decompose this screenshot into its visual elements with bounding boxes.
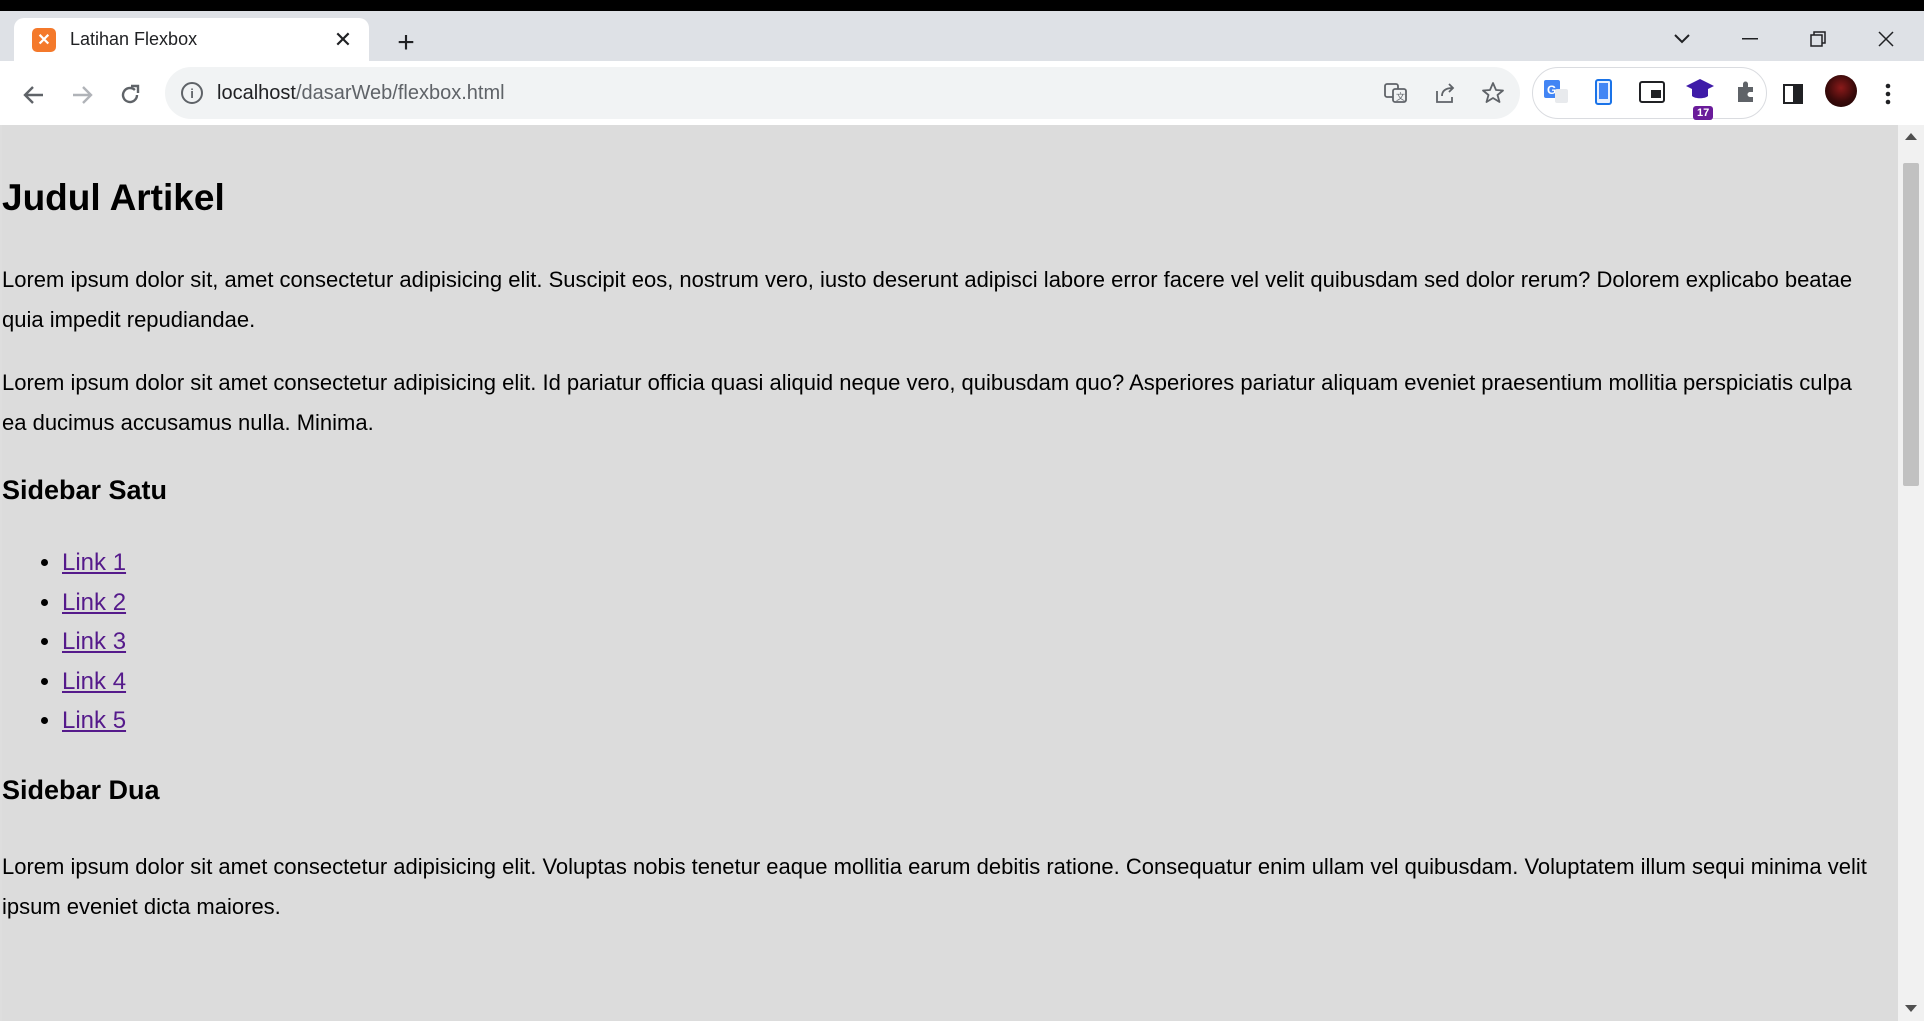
bookmark-star-icon[interactable]	[1479, 79, 1507, 107]
vertical-scrollbar[interactable]	[1898, 125, 1924, 1021]
tab-latihan-flexbox[interactable]: ✕ Latihan Flexbox ✕	[14, 18, 369, 61]
profile-avatar[interactable]	[1825, 75, 1857, 107]
link-3[interactable]: Link 3	[62, 628, 126, 655]
back-arrow-icon[interactable]	[16, 77, 52, 113]
tab-close-icon[interactable]: ✕	[329, 26, 357, 54]
extension-badge: 17	[1693, 106, 1714, 120]
svg-text:G: G	[1547, 83, 1556, 97]
url-host: localhost	[217, 81, 296, 104]
more-menu-icon[interactable]	[1873, 79, 1903, 109]
svg-text:文: 文	[1396, 91, 1405, 102]
picture-in-picture-extension-icon[interactable]	[1637, 77, 1667, 107]
article-title: Judul Artikel	[2, 177, 225, 218]
scroll-down-arrow-icon[interactable]	[1905, 1005, 1917, 1012]
link-4[interactable]: Link 4	[62, 668, 126, 695]
side-panel-icon[interactable]	[1778, 79, 1808, 109]
google-translate-extension-icon[interactable]: G	[1541, 77, 1571, 107]
sidebar-2-title: Sidebar Dua	[2, 775, 160, 805]
browser-window: ✕ Latihan Flexbox ✕ + i localhost/dasarW…	[0, 11, 1924, 1021]
list-item: Link 2	[62, 583, 126, 623]
url-path: /dasarWeb/flexbox.html	[295, 81, 505, 104]
reload-icon[interactable]	[112, 77, 148, 113]
forward-arrow-icon[interactable]	[64, 77, 100, 113]
link-5[interactable]: Link 5	[62, 707, 126, 734]
page-viewport: Judul Artikel Lorem ipsum dolor sit, ame…	[2, 125, 1898, 1021]
extensions-area: G	[1532, 67, 1767, 119]
list-item: Link 3	[62, 622, 126, 662]
list-item: Link 1	[62, 543, 126, 583]
minimize-icon[interactable]	[1722, 21, 1778, 57]
mobile-view-extension-icon[interactable]	[1589, 77, 1619, 107]
close-window-icon[interactable]	[1858, 21, 1914, 57]
tab-title: Latihan Flexbox	[70, 29, 198, 49]
share-icon[interactable]	[1431, 79, 1459, 107]
link-1[interactable]: Link 1	[62, 549, 126, 576]
browser-toolbar: i localhost/dasarWeb/flexbox.html 文 G 17	[0, 61, 1924, 125]
scroll-up-arrow-icon[interactable]	[1905, 133, 1917, 140]
graduation-cap-extension-icon[interactable]	[1685, 75, 1715, 105]
address-bar[interactable]: i localhost/dasarWeb/flexbox.html 文	[165, 67, 1520, 119]
new-tab-button[interactable]: +	[390, 26, 422, 59]
puzzle-extensions-icon[interactable]	[1731, 77, 1761, 107]
list-item: Link 5	[62, 701, 126, 741]
scrollbar-thumb[interactable]	[1903, 163, 1919, 486]
list-item: Link 4	[62, 662, 126, 702]
xampp-favicon-icon: ✕	[32, 27, 56, 52]
paragraph-2: Lorem ipsum dolor sit amet consectetur a…	[2, 370, 1852, 435]
link-2[interactable]: Link 2	[62, 589, 126, 616]
tab-strip: ✕ Latihan Flexbox ✕ +	[0, 11, 1924, 61]
sidebar-1-link-list: Link 1 Link 2 Link 3 Link 4 Link 5	[2, 543, 126, 741]
restore-icon[interactable]	[1790, 21, 1846, 57]
translate-icon[interactable]: 文	[1382, 79, 1410, 107]
tab-search-chevron-icon[interactable]	[1654, 21, 1710, 57]
site-info-icon[interactable]: i	[181, 82, 203, 104]
sidebar-1-title: Sidebar Satu	[2, 475, 168, 505]
paragraph-3: Lorem ipsum dolor sit amet consectetur a…	[2, 854, 1867, 919]
url-text[interactable]: localhost/dasarWeb/flexbox.html	[217, 82, 505, 105]
paragraph-1: Lorem ipsum dolor sit, amet consectetur …	[2, 267, 1853, 332]
